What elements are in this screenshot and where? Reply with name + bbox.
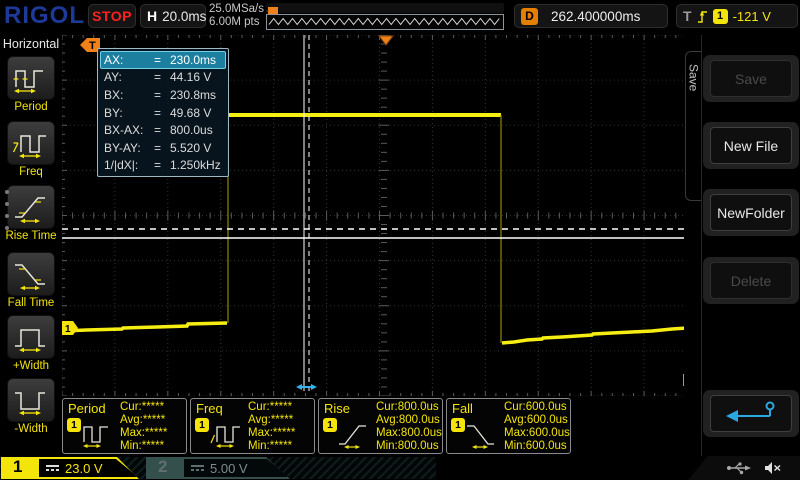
measurement-fall[interactable]: Fall 1 Cur:600.0us Avg:600.0us Max:600.0… <box>446 398 571 454</box>
dc-coupling-icon <box>191 465 204 471</box>
freq-wave-icon <box>210 426 240 448</box>
channel2-tab[interactable]: 2 5.00 V <box>146 457 290 479</box>
page-dot <box>5 214 9 218</box>
trigger-label: T <box>683 8 692 24</box>
channel2-scale: 5.00 V <box>210 461 248 476</box>
usb-icon <box>727 462 751 475</box>
horizontal-label: H <box>147 8 158 24</box>
horizontal-measure-sidebar: Horizontal Period Freq Rise Time Fall Ti… <box>0 33 62 457</box>
measurement-freq[interactable]: Freq 1 Cur:***** Avg:***** Max:***** Min… <box>190 398 315 454</box>
page-dot <box>5 226 9 230</box>
sidebar-item-rise-time[interactable]: Rise Time <box>0 185 62 242</box>
trigger-delay-control[interactable]: D 262.400000ms <box>514 4 668 28</box>
trigger-slope-icon <box>697 11 707 23</box>
page-dot <box>5 202 9 206</box>
new-file-button[interactable]: New File <box>703 122 799 169</box>
delay-badge: D <box>521 7 538 25</box>
system-status-area <box>688 456 800 480</box>
scope-display: T T 1 AX:=230.0ms AY:=44.16 V BX:=230.8m… <box>62 35 697 396</box>
sidebar-item-neg-width[interactable]: -Width <box>0 378 62 435</box>
sidebar-title: Horizontal <box>2 37 60 51</box>
minus-width-icon <box>15 391 45 415</box>
cursor-row-by-ay: BY-AY: = 5.520 V <box>104 140 212 155</box>
trigger-level-value: -121 V <box>732 8 771 24</box>
rise-time-icon <box>339 425 366 449</box>
acquisition-info: 25.0MSa/s 6.00M pts <box>209 3 264 29</box>
dc-coupling-icon <box>46 465 59 471</box>
cursor-row-by: BY: = 49.68 V <box>104 105 212 120</box>
cursor-row-bx-ax: BX-AX: = 800.0us <box>104 123 213 138</box>
cursor-span-arrow-icon <box>296 384 317 390</box>
memory-depth: 6.00M pts <box>209 16 260 28</box>
waveform-preview-box <box>266 14 504 30</box>
sidebar-item-pos-width[interactable]: +Width <box>0 315 62 372</box>
channel1-ground-marker-icon[interactable]: 1 <box>62 321 78 335</box>
channel1-scale: 23.0 V <box>65 461 103 476</box>
svg-text:1: 1 <box>65 324 71 335</box>
cursor-row-ax: AX: = 230.0ms <box>100 51 226 69</box>
return-arrow-icon <box>726 401 775 422</box>
top-status-bar: RIGOL STOP H 20.0ms 25.0MSa/s 6.00M pts … <box>0 0 800 33</box>
channel-badge: 1 <box>195 418 209 432</box>
cursor-row-bx: BX: = 230.8ms <box>104 87 217 102</box>
preview-wave-icon <box>268 17 500 26</box>
menu-divider <box>701 35 702 457</box>
new-folder-button[interactable]: NewFolder <box>703 189 799 236</box>
waveform-position-preview[interactable] <box>266 3 506 30</box>
page-dot <box>5 190 9 194</box>
cursor-readout-panel: AX: = 230.0ms AY: = 44.16 V BX: = 230.8ms BY: =… <box>97 48 229 178</box>
run-stop-status[interactable]: STOP <box>88 4 136 28</box>
period-wave-icon <box>83 426 108 448</box>
run-state-label: STOP <box>92 8 132 24</box>
channel-status-bar: 1 23.0 V 2 5.00 V <box>0 456 800 480</box>
measurement-period[interactable]: Period 1 Cur:***** Avg:***** Max:***** M… <box>62 398 187 454</box>
horizontal-timebase-control[interactable]: H 20.0ms <box>140 4 206 28</box>
cursor-row-freq: 1/|dX|: = 1.250kHz <box>104 158 221 173</box>
channel-badge: 1 <box>67 418 81 432</box>
trace-low-left <box>62 321 228 333</box>
cursor-row-ay: AY: = 44.16 V <box>104 70 212 85</box>
save-menu: Save Save New File NewFolder Delete <box>684 35 800 457</box>
rigol-logo: RIGOL <box>4 2 85 29</box>
menu-tab-save: Save <box>685 51 701 201</box>
trace-low-right <box>501 325 697 345</box>
speaker-muted-icon <box>765 462 781 474</box>
measurement-rise[interactable]: Rise 1 Cur:800.0us Avg:800.0us Max:800.0… <box>318 398 443 454</box>
save-button[interactable]: Save <box>703 55 799 102</box>
channel-badge: 1 <box>451 418 465 432</box>
fall-time-icon <box>467 425 494 449</box>
memory-position-strip <box>266 3 504 15</box>
period-wave-icon <box>13 69 43 93</box>
channel1-tab[interactable]: 1 23.0 V <box>1 457 139 479</box>
freq-wave-icon <box>12 134 46 158</box>
back-button[interactable] <box>703 390 799 437</box>
sidebar-item-freq[interactable]: Freq <box>0 121 62 178</box>
svg-text:T: T <box>89 40 96 52</box>
trigger-channel-badge: 1 <box>712 8 728 24</box>
plus-width-icon <box>15 328 45 352</box>
delete-button[interactable]: Delete <box>703 257 799 304</box>
timebase-value: 20.0ms <box>162 8 207 24</box>
measurement-strip: Period 1 Cur:***** Avg:***** Max:***** M… <box>62 398 576 456</box>
fall-time-icon <box>15 263 45 290</box>
sidebar-item-period[interactable]: Period <box>0 56 62 113</box>
sidebar-item-fall-time[interactable]: Fall Time <box>0 252 62 309</box>
delay-value: 262.400000ms <box>551 8 641 24</box>
rise-time-icon <box>15 196 45 223</box>
sample-rate: 25.0MSa/s <box>209 3 264 15</box>
channel-badge: 1 <box>323 418 337 432</box>
trigger-control[interactable]: T 1 -121 V <box>676 4 798 28</box>
